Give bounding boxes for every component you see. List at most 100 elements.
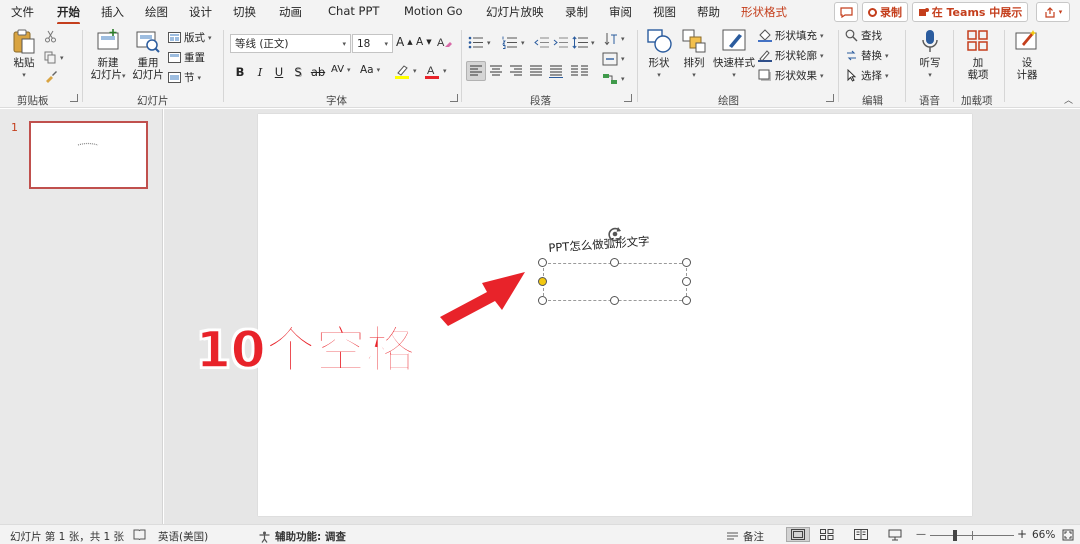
language-status[interactable]: 英语(美国) [158, 529, 208, 544]
zoom-level[interactable]: 66% [1032, 529, 1055, 541]
new-slide-button[interactable]: 新建 幻灯片▾ [88, 28, 128, 82]
numbering-button[interactable]: ▾ [502, 36, 525, 49]
notes-button[interactable]: 备注 [726, 529, 764, 544]
layout-button[interactable]: 版式 ▾ [168, 30, 212, 45]
share-button[interactable]: ▾ [1036, 2, 1070, 22]
resize-handle-right[interactable] [682, 277, 691, 286]
strikethrough-button[interactable]: ab [307, 63, 329, 81]
bold-button[interactable]: B [231, 63, 249, 81]
clear-formatting-button[interactable]: A [437, 35, 452, 49]
distributed-button[interactable] [547, 62, 565, 83]
clipboard-launcher[interactable] [70, 94, 78, 102]
adjustment-handle[interactable] [538, 277, 547, 286]
rotate-handle-icon[interactable] [606, 225, 624, 243]
tab-file[interactable]: 文件 [11, 4, 34, 20]
align-left-button[interactable] [466, 61, 486, 81]
accessibility-status[interactable]: 辅助功能: 调查 [258, 529, 346, 544]
comments-button[interactable] [834, 2, 858, 22]
dictate-button[interactable]: 听写 ▾ [914, 28, 946, 81]
font-launcher[interactable] [450, 94, 458, 102]
shapes-button[interactable]: 形状 ▾ [643, 28, 675, 81]
resize-handle-top-right[interactable] [682, 258, 691, 267]
smartart-button[interactable]: ▾ [602, 72, 625, 86]
cut-button[interactable] [44, 30, 57, 43]
slide-sorter-view-button[interactable] [820, 529, 834, 540]
tab-animations[interactable]: 动画 [279, 4, 302, 20]
tab-help[interactable]: 帮助 [697, 4, 720, 20]
tab-view[interactable]: 视图 [653, 4, 676, 20]
grow-font-button[interactable]: A ▲ [396, 35, 413, 49]
justify-button[interactable] [527, 62, 545, 83]
drawing-launcher[interactable] [826, 94, 834, 102]
fit-to-window-button[interactable] [1062, 529, 1074, 541]
tab-shape-format[interactable]: 形状格式 [741, 4, 787, 20]
slideshow-view-button[interactable] [888, 529, 902, 541]
align-text-button[interactable]: ▾ [602, 52, 625, 66]
change-case-button[interactable]: Aa ▾ [360, 64, 380, 76]
tab-home[interactable]: 开始 [57, 4, 80, 25]
shape-outline-button[interactable]: 形状轮廓 ▾ [758, 48, 824, 63]
zoom-slider-thumb[interactable] [953, 530, 957, 541]
select-button[interactable]: 选择 ▾ [845, 68, 889, 83]
shape-fill-button[interactable]: 形状填充 ▾ [758, 28, 824, 43]
align-center-button[interactable] [487, 62, 505, 83]
tab-insert[interactable]: 插入 [101, 4, 124, 20]
shape-effects-button[interactable]: 形状效果 ▾ [758, 68, 824, 83]
replace-button[interactable]: 替换 ▾ [845, 48, 889, 63]
resize-handle-top[interactable] [610, 258, 619, 267]
group-label-clipboard: 剪贴板 [17, 95, 49, 107]
tab-transitions[interactable]: 切换 [233, 4, 256, 20]
addins-button[interactable]: 加 载项 [962, 28, 994, 81]
tab-slideshow[interactable]: 幻灯片放映 [486, 4, 544, 20]
reuse-slides-button[interactable]: 重用 幻灯片 [132, 28, 164, 81]
resize-handle-top-left[interactable] [538, 258, 547, 267]
font-color-button[interactable]: A ▾ [424, 63, 447, 79]
section-button[interactable]: 节 ▾ [168, 70, 201, 85]
spellcheck-icon[interactable] [133, 529, 146, 540]
slide-canvas[interactable] [258, 114, 972, 516]
decrease-indent-button[interactable] [534, 36, 549, 49]
zoom-in-button[interactable]: + [1017, 527, 1027, 541]
font-size-combobox[interactable]: 18 ▾ [352, 34, 393, 53]
resize-handle-bottom-left[interactable] [538, 296, 547, 305]
tab-design[interactable]: 设计 [189, 4, 212, 20]
underline-button[interactable]: U [270, 63, 288, 81]
resize-handle-bottom-right[interactable] [682, 296, 691, 305]
italic-button[interactable]: I [251, 63, 269, 81]
tab-chatppt[interactable]: Chat PPT [328, 4, 379, 18]
reset-button[interactable]: 重置 [168, 50, 205, 65]
smartart-icon [603, 74, 617, 84]
paragraph-launcher[interactable] [624, 94, 632, 102]
line-spacing-button[interactable]: ▾ [572, 36, 595, 49]
shrink-font-button[interactable]: A ▼ [416, 36, 432, 48]
paste-button[interactable]: 粘贴 ▾ [10, 28, 38, 81]
arrange-button[interactable]: 排列 ▾ [678, 28, 710, 81]
search-icon [845, 29, 858, 42]
format-painter-button[interactable] [44, 70, 58, 83]
tab-record[interactable]: 录制 [565, 4, 588, 20]
resize-handle-bottom[interactable] [610, 296, 619, 305]
copy-button[interactable]: ▾ [44, 51, 64, 64]
tab-draw[interactable]: 绘图 [145, 4, 168, 20]
find-button[interactable]: 查找 [845, 28, 882, 43]
quick-styles-button[interactable]: 快速样式 ▾ [712, 28, 756, 81]
slide-thumbnail-1[interactable] [29, 121, 148, 189]
character-spacing-button[interactable]: AV ▾ [331, 64, 351, 75]
normal-view-button[interactable] [786, 527, 810, 542]
text-direction-button[interactable]: ▾ [602, 32, 625, 46]
tab-motiongo[interactable]: Motion Go [404, 4, 463, 18]
font-name-combobox[interactable]: 等线 (正文) ▾ [230, 34, 351, 53]
text-shadow-button[interactable]: S [289, 63, 307, 81]
highlight-color-button[interactable]: ▾ [394, 63, 417, 79]
increase-indent-button[interactable] [553, 36, 568, 49]
zoom-out-button[interactable]: — [916, 529, 926, 540]
record-button[interactable]: 录制 [862, 2, 908, 22]
reading-view-button[interactable] [854, 529, 868, 540]
designer-button[interactable]: 设 计器 [1011, 28, 1043, 81]
present-in-teams-button[interactable]: 在 Teams 中展示 [912, 2, 1028, 22]
tab-review[interactable]: 审阅 [609, 4, 632, 20]
bullets-button[interactable]: ▾ [468, 36, 491, 49]
collapse-ribbon-icon[interactable]: ︿ [1064, 93, 1073, 106]
align-right-button[interactable] [507, 62, 525, 83]
columns-button[interactable] [569, 62, 591, 83]
